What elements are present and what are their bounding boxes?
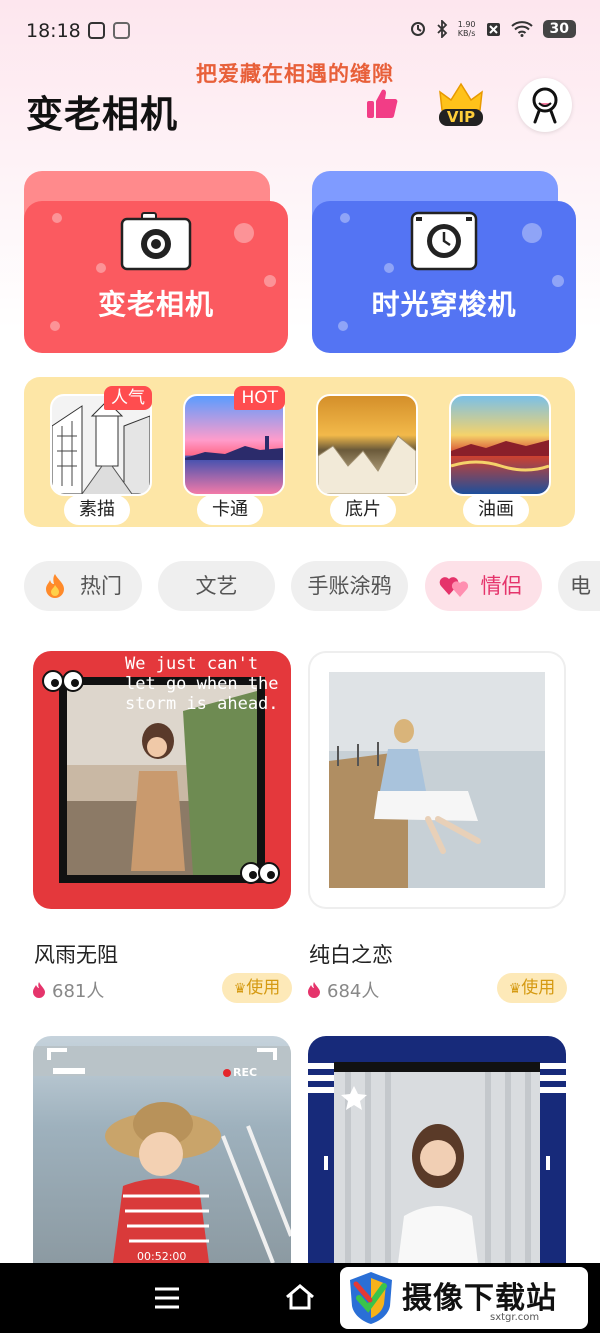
watermark: 摄像下载站 sxtgr.com <box>340 1267 588 1329</box>
hot-badge: HOT <box>234 386 285 410</box>
like-button[interactable] <box>364 86 400 122</box>
slogan: 把爱藏在相遇的缝隙 <box>196 61 394 86</box>
template-thumbnail[interactable]: REC 00:52:00 <box>33 1036 291 1263</box>
time-machine-label: 时光穿梭机 <box>371 288 517 321</box>
template-title: 纯白之恋 <box>309 943 393 967</box>
rec-timer: 00:52:00 <box>137 1250 187 1263</box>
aging-camera-label: 变老相机 <box>97 288 214 321</box>
time-machine-card[interactable]: 时光穿梭机 <box>312 171 576 353</box>
filter-cartoon[interactable]: HOT 卡通 <box>183 386 285 525</box>
hearts-icon <box>439 577 469 597</box>
file-notification-icon <box>113 22 130 39</box>
flame-icon <box>46 574 64 598</box>
aging-camera-card[interactable]: 变老相机 <box>24 171 288 353</box>
filter-oil-painting-thumbnail <box>449 394 551 496</box>
tab-journal-doodle[interactable]: 手账涂鸦 <box>291 561 408 611</box>
filter-sketch-label: 素描 <box>64 495 130 525</box>
watermark-url: sxtgr.com <box>490 1312 540 1323</box>
popular-badge: 人气 <box>104 386 152 410</box>
alarm-icon <box>410 22 425 36</box>
tab-couples-label: 情侣 <box>480 574 523 598</box>
watermark-text: 摄像下载站 <box>402 1281 557 1316</box>
template-thumbnail[interactable] <box>308 1036 566 1263</box>
template-usage-count: 684人 <box>307 977 379 1003</box>
notification-icons <box>88 22 130 39</box>
vip-label: VIP <box>446 108 476 126</box>
flame-small-icon <box>33 982 45 998</box>
frame-text: We just can't let go when the storm is a… <box>125 654 279 714</box>
clock-camera-icon <box>410 211 478 271</box>
camera-icon <box>120 212 192 271</box>
crown-small-icon: ♛ <box>233 981 247 997</box>
menu-icon[interactable] <box>153 1286 181 1310</box>
tab-literary-label: 文艺 <box>195 574 238 598</box>
tab-couples[interactable]: 情侣 <box>425 561 542 611</box>
app-notification-icon <box>88 22 105 39</box>
status-icons: 1.90 KB/s 30 <box>410 20 576 38</box>
home-icon[interactable] <box>284 1283 316 1311</box>
thumbs-up-icon <box>367 89 398 118</box>
tab-journal-doodle-label: 手账涂鸦 <box>307 574 392 598</box>
battery-icon: 30 <box>542 20 576 38</box>
tab-more-label: 电 <box>570 574 591 598</box>
filter-negative-thumbnail <box>316 394 418 496</box>
use-button[interactable]: ♛使用 <box>222 973 292 1003</box>
tab-hot[interactable]: 热门 <box>24 561 142 611</box>
avatar[interactable] <box>518 78 572 132</box>
wifi-icon <box>510 21 533 37</box>
use-button[interactable]: ♛使用 <box>497 973 567 1003</box>
crown-small-icon: ♛ <box>508 981 522 997</box>
bluetooth-icon <box>437 20 447 38</box>
vip-button[interactable]: VIP <box>436 80 486 128</box>
avatar-icon <box>532 87 558 124</box>
filter-cartoon-label: 卡通 <box>197 495 263 525</box>
status-time: 18:18 <box>26 20 81 42</box>
tab-literary[interactable]: 文艺 <box>158 561 275 611</box>
tab-more[interactable]: 电 <box>558 561 600 611</box>
filter-panel: 人气 素描 HOT 卡通 底片 油画 <box>24 377 575 527</box>
flame-small-icon <box>308 982 320 998</box>
filter-oil-painting-label: 油画 <box>463 495 529 525</box>
filter-negative-label: 底片 <box>330 495 396 525</box>
template-usage-count: 681人 <box>32 977 104 1003</box>
page-title: 变老相机 <box>26 93 178 136</box>
filter-sketch[interactable]: 人气 素描 <box>50 386 152 525</box>
template-thumbnail[interactable]: We just can't let go when the storm is a… <box>33 651 291 909</box>
rec-label: REC <box>233 1066 258 1079</box>
sim-off-icon <box>486 22 500 36</box>
tab-hot-label: 热门 <box>80 574 122 598</box>
template-thumbnail[interactable] <box>308 651 566 909</box>
net-speed: 1.90 KB/s <box>457 20 476 38</box>
filter-oil-painting[interactable]: 油画 <box>449 394 551 525</box>
shield-logo-icon <box>350 1272 392 1324</box>
filter-negative[interactable]: 底片 <box>316 394 418 525</box>
template-title: 风雨无阻 <box>34 943 118 967</box>
